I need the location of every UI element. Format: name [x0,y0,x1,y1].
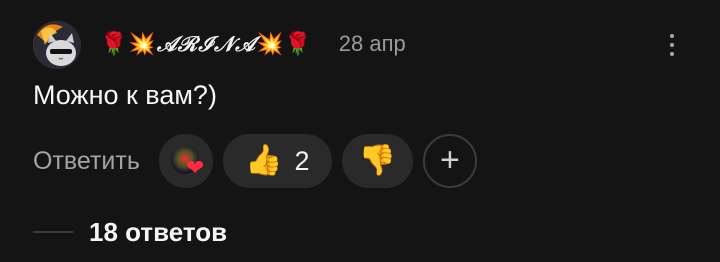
thumbs-down-icon: 👎 [358,144,397,177]
show-replies-button[interactable]: 18 ответов [33,214,227,250]
like-count: 2 [294,145,310,176]
author-avatar[interactable] [33,21,81,69]
rose-emoji: 🌹 [284,32,313,57]
cat-avatar-image [33,21,81,69]
vertical-dots-icon [670,43,674,47]
comment-text: Можно к вам?) [33,80,217,110]
comment-date: 28 апр [338,31,406,56]
rose-emoji: 🌹 [100,32,129,57]
author-name-text: 𝒜ℛℐ𝒩𝒜 [156,31,256,56]
explosion-emoji: 💥 [128,32,157,57]
heart-icon: ❤ [185,155,205,180]
thumbs-up-icon: 👍 [245,144,283,177]
plus-icon: + [439,140,460,179]
explosion-emoji: 💥 [255,32,285,57]
replies-count-label: 18 ответов [89,216,228,247]
comment-header: 🌹💥𝒜ℛℐ𝒩𝒜💥🌹 28 апр [100,24,406,64]
comment: 🌹💥𝒜ℛℐ𝒩𝒜💥🌹 28 апр Можно к вам?) Ответить … [0,0,720,262]
vertical-dots-icon [670,52,674,56]
comment-actions: Ответить ❤ 👍 2 👎 + [33,134,487,188]
more-options-button[interactable] [662,30,682,60]
author-name[interactable]: 🌹💥𝒜ℛℐ𝒩𝒜💥🌹 [100,31,313,57]
heart-reaction-button[interactable]: ❤ [158,134,213,188]
add-reaction-button[interactable]: + [422,134,477,188]
dislike-button[interactable]: 👎 [341,134,413,188]
like-button[interactable]: 👍 2 [222,134,332,188]
reply-button[interactable]: Ответить [33,147,140,176]
replies-divider [33,231,73,233]
vertical-dots-icon [670,34,674,38]
